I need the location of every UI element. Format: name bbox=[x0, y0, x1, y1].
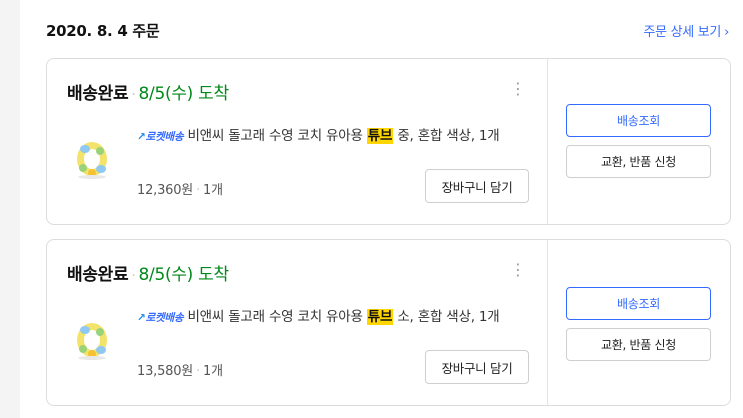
exchange-return-button[interactable]: 교환, 반품 신청 bbox=[566, 145, 711, 178]
add-to-cart-button[interactable]: 장바구니 담기 bbox=[425, 350, 529, 384]
arrival-date: 8/5(수) 도착 bbox=[138, 265, 230, 285]
product-name-highlight: 튜브 bbox=[366, 128, 394, 144]
item-quantity: 1개 bbox=[203, 183, 223, 198]
price-quantity: 12,360원 · 1개 bbox=[137, 179, 223, 198]
product-name-text: 비앤씨 돌고래 수영 코치 유아용 bbox=[187, 309, 367, 325]
delivery-status: 배송완료 bbox=[67, 265, 129, 285]
rocket-icon: ↗ bbox=[137, 312, 146, 324]
order-detail-link[interactable]: 주문 상세 보기 › bbox=[643, 21, 729, 40]
item-quantity: 1개 bbox=[203, 364, 223, 379]
card-divider bbox=[547, 240, 548, 405]
order-date: 2020. 8. 4 주문 bbox=[46, 22, 160, 40]
product-thumbnail[interactable] bbox=[73, 139, 111, 179]
rocket-delivery-badge: ↗로켓배송 bbox=[137, 131, 184, 143]
delivery-status: 배송완료 bbox=[67, 84, 129, 104]
delivery-status-line: 배송완료 · 8/5(수) 도착 bbox=[67, 79, 229, 104]
product-name-highlight: 튜브 bbox=[366, 309, 394, 325]
rocket-delivery-badge: ↗로켓배송 bbox=[137, 312, 184, 324]
separator-dot: · bbox=[131, 87, 136, 103]
delivery-status-line: 배송완료 · 8/5(수) 도착 bbox=[67, 260, 229, 285]
more-vertical-icon[interactable]: ⋮ bbox=[510, 81, 526, 97]
product-thumbnail[interactable] bbox=[73, 320, 111, 360]
product-name-text-rest: 소, 혼합 색상, 1개 bbox=[393, 309, 500, 325]
product-name[interactable]: ↗로켓배송 비앤씨 돌고래 수영 코치 유아용 튜브 중, 혼합 색상, 1개 bbox=[137, 125, 537, 148]
track-delivery-button[interactable]: 배송조회 bbox=[566, 104, 711, 137]
order-item-card: 배송완료 · 8/5(수) 도착 ⋮ ↗로켓배송 비앤씨 돌고래 수영 코치 유아용 … bbox=[46, 58, 731, 225]
item-price: 12,360원 bbox=[137, 183, 194, 198]
card-divider bbox=[547, 59, 548, 224]
more-vertical-icon[interactable]: ⋮ bbox=[510, 262, 526, 278]
product-name[interactable]: ↗로켓배송 비앤씨 돌고래 수영 코치 유아용 튜브 소, 혼합 색상, 1개 bbox=[137, 306, 537, 329]
product-name-text: 비앤씨 돌고래 수영 코치 유아용 bbox=[187, 128, 367, 144]
track-delivery-button[interactable]: 배송조회 bbox=[566, 287, 711, 320]
order-detail-link-label: 주문 상세 보기 bbox=[643, 25, 722, 40]
rocket-delivery-label: 로켓배송 bbox=[145, 312, 184, 324]
arrival-date: 8/5(수) 도착 bbox=[138, 84, 230, 104]
exchange-return-button[interactable]: 교환, 반품 신청 bbox=[566, 328, 711, 361]
item-price: 13,580원 bbox=[137, 364, 194, 379]
order-item-card: 배송완료 · 8/5(수) 도착 ⋮ ↗로켓배송 비앤씨 돌고래 수영 코치 유아용 … bbox=[46, 239, 731, 406]
rocket-icon: ↗ bbox=[137, 131, 146, 143]
rocket-delivery-label: 로켓배송 bbox=[145, 131, 184, 143]
separator-dot: · bbox=[131, 268, 136, 284]
separator-dot: · bbox=[196, 364, 200, 379]
order-list-page: 2020. 8. 4 주문 주문 상세 보기 › 배송완료 · 8/5(수) 도착 ⋮… bbox=[20, 0, 743, 418]
chevron-right-icon: › bbox=[724, 25, 729, 40]
add-to-cart-button[interactable]: 장바구니 담기 bbox=[425, 169, 529, 203]
separator-dot: · bbox=[196, 183, 200, 198]
price-quantity: 13,580원 · 1개 bbox=[137, 360, 223, 379]
product-name-text-rest: 중, 혼합 색상, 1개 bbox=[393, 128, 500, 144]
